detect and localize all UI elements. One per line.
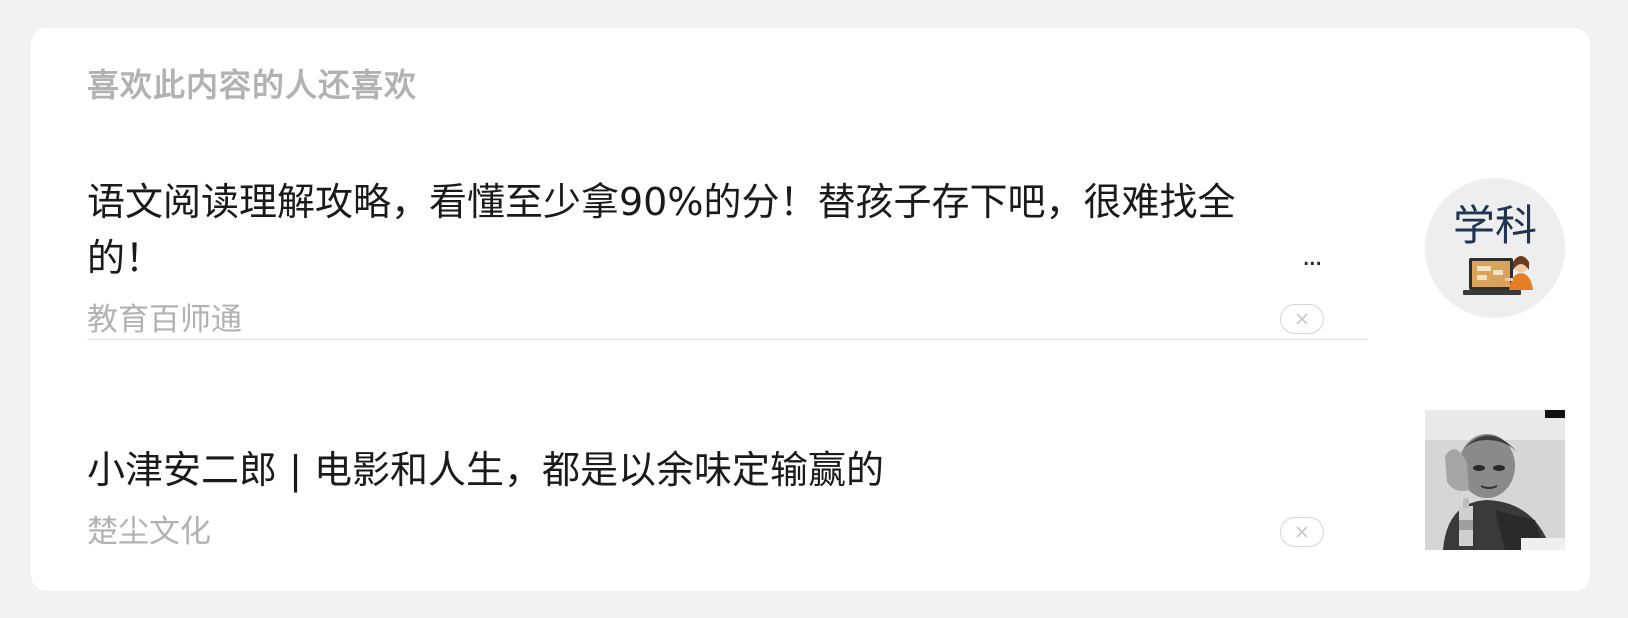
dismiss-button[interactable] — [1280, 304, 1324, 334]
teacher-laptop-illustration-icon: 学科 — [1425, 178, 1565, 318]
article-item[interactable]: 小津安二郎 | 电影和人生，都是以余味定输赢的 楚尘文化 — [87, 398, 1565, 578]
article-title[interactable]: 小津安二郎 | 电影和人生，都是以余味定输赢的 — [87, 442, 1257, 498]
more-options-button[interactable]: ... — [1302, 244, 1323, 270]
article-source: 教育百师通 — [87, 302, 242, 338]
article-thumbnail[interactable]: 学科 — [1425, 178, 1565, 318]
recommendation-card: 喜欢此内容的人还喜欢 语文阅读理解攻略，看懂至少拿90%的分！替孩子存下吧，很难… — [31, 28, 1590, 591]
portrait-photo-icon — [1425, 410, 1565, 550]
thumbnail-text: 学科 — [1453, 201, 1537, 250]
close-icon — [1296, 313, 1308, 325]
section-title: 喜欢此内容的人还喜欢 — [87, 66, 418, 104]
article-thumbnail[interactable] — [1425, 410, 1565, 550]
article-item[interactable]: 语文阅读理解攻略，看懂至少拿90%的分！替孩子存下吧，很难找全的！ ... 教育… — [87, 148, 1565, 348]
close-icon — [1296, 526, 1308, 538]
article-title[interactable]: 语文阅读理解攻略，看懂至少拿90%的分！替孩子存下吧，很难找全的！ — [87, 174, 1257, 286]
divider — [87, 339, 1368, 340]
dismiss-button[interactable] — [1280, 517, 1324, 547]
article-source: 楚尘文化 — [87, 514, 211, 550]
